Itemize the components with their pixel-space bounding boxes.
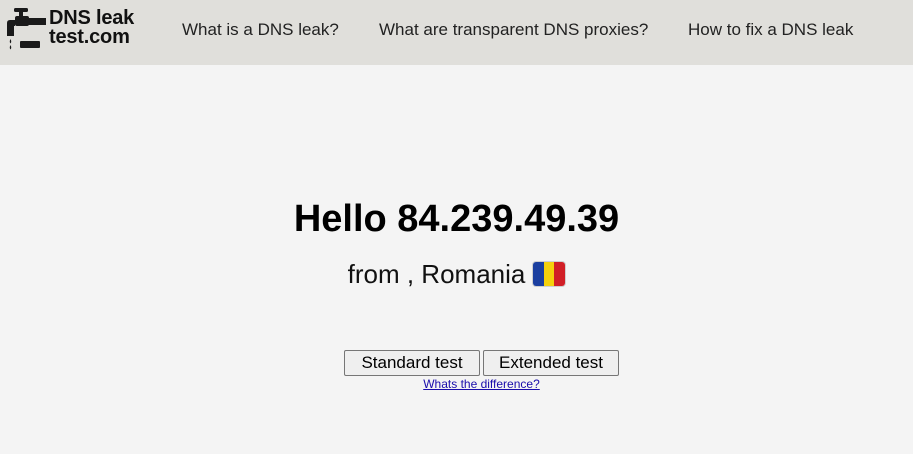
whats-the-difference-link[interactable]: Whats the difference? — [423, 377, 540, 391]
logo-line-2: test.com — [49, 26, 130, 48]
site-logo[interactable]: DNS leak test.com — [6, 8, 141, 52]
extended-test-button[interactable]: Extended test — [483, 350, 619, 376]
romania-flag-icon — [533, 262, 566, 286]
difference-link-container: Whats the difference? — [0, 377, 913, 391]
nav-how-to-fix[interactable]: How to fix a DNS leak — [688, 19, 853, 41]
location-line: from , Romania — [0, 258, 913, 290]
faucet-icon — [7, 8, 46, 50]
standard-test-button[interactable]: Standard test — [344, 350, 480, 376]
location-text: from , Romania — [347, 259, 526, 289]
logo-text: DNS leak test.com — [49, 8, 134, 48]
hello-ip-heading: Hello 84.239.49.39 — [293, 198, 620, 240]
nav-transparent-dns-proxies[interactable]: What are transparent DNS proxies? — [379, 19, 648, 41]
nav-what-is-dns-leak[interactable]: What is a DNS leak? — [182, 19, 339, 41]
site-header: DNS leak test.com What is a DNS leak? Wh… — [0, 0, 913, 65]
